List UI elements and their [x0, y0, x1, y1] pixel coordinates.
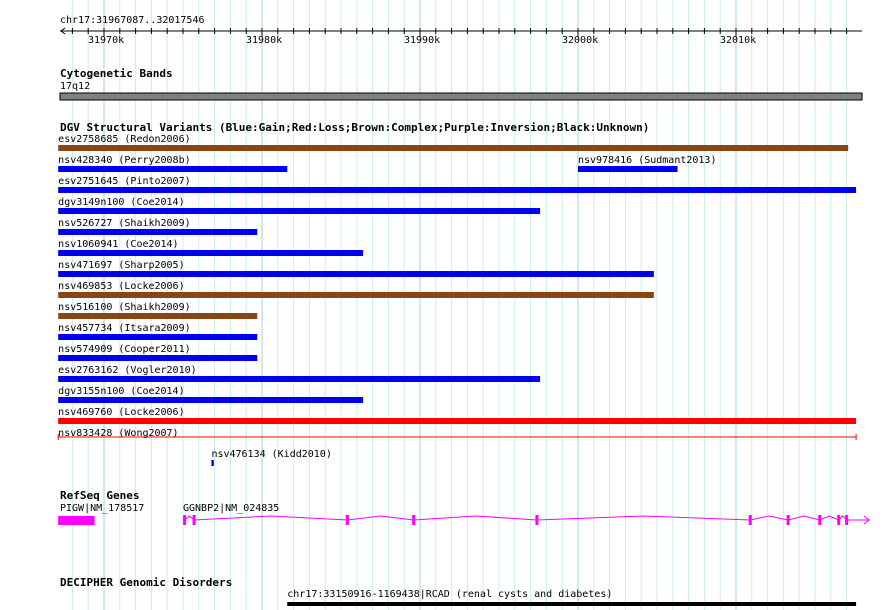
variant-bar: [58, 166, 288, 172]
variant-label[interactable]: nsv428340 (Perry2008b): [58, 155, 190, 166]
variant-label[interactable]: esv2751645 (Pinto2007): [58, 176, 190, 187]
variant-label[interactable]: dgv3149n100 (Coe2014): [58, 197, 184, 208]
variant-bar: [58, 229, 258, 235]
variant-bar: [58, 418, 857, 424]
cyto-track-title: Cytogenetic Bands: [60, 67, 173, 80]
variant-bar: [578, 166, 678, 172]
refseq-track-title: RefSeq Genes: [60, 489, 140, 502]
variant-bar: [58, 334, 258, 340]
variant-label[interactable]: nsv469760 (Locke2006): [58, 407, 184, 418]
gene-exon: [192, 515, 196, 525]
gene-exon: [786, 515, 790, 525]
variant-label[interactable]: esv2758685 (Redon2006): [58, 134, 190, 145]
variant-label[interactable]: nsv978416 (Sudmant2013): [578, 155, 716, 166]
variant-label[interactable]: nsv526727 (Shaikh2009): [58, 218, 190, 229]
variant-label[interactable]: esv2763162 (Vogler2010): [58, 365, 196, 376]
ruler-tick-label: 31970k: [88, 35, 125, 46]
variant-label[interactable]: dgv3155n100 (Coe2014): [58, 386, 184, 397]
gene-exon: [748, 515, 752, 525]
variant-bar: [58, 313, 258, 319]
variant-label[interactable]: nsv1060941 (Coe2014): [58, 239, 178, 250]
gene-label[interactable]: GGNBP2|NM_024835: [183, 503, 279, 514]
variant-bar: [58, 250, 364, 256]
variant-bar: [58, 397, 364, 403]
gene-exon: [183, 515, 187, 525]
ruler-tick-label: 31990k: [404, 35, 441, 46]
ruler-tick-label: 31980k: [246, 35, 283, 46]
gene-exon: [818, 515, 822, 525]
gene-exon: [837, 515, 841, 525]
variant-label[interactable]: nsv476134 (Kidd2010): [211, 449, 331, 460]
variant-label[interactable]: nsv457734 (Itsara2009): [58, 323, 190, 334]
gene-exon: [845, 515, 849, 525]
variant-bar: [58, 187, 857, 193]
variant-bar: [58, 355, 258, 361]
variant-bar: [58, 271, 654, 277]
gene-pigw: [58, 516, 95, 525]
variant-label[interactable]: nsv833428 (Wong2007): [58, 428, 178, 439]
ruler-title: chr17:31967087..32017546: [60, 15, 205, 26]
variant-bar: [211, 460, 214, 466]
gene-label[interactable]: PIGW|NM_178517: [60, 503, 144, 514]
decipher-track-title: DECIPHER Genomic Disorders: [60, 576, 233, 589]
gene-ggnbp2-introns: [184, 515, 868, 521]
gene-exon: [535, 515, 539, 525]
ruler-tick-label: 32010k: [720, 35, 757, 46]
gene-exon: [412, 515, 416, 525]
variant-label[interactable]: nsv469853 (Locke2006): [58, 281, 184, 292]
dgv-track-title: DGV Structural Variants (Blue:Gain;Red:L…: [60, 121, 650, 134]
variant-bar: [58, 376, 541, 382]
ruler-tick-label: 32000k: [562, 35, 599, 46]
gene-exon: [345, 515, 349, 525]
variant-bar: [58, 145, 849, 151]
variant-label[interactable]: nsv574909 (Cooper2011): [58, 344, 190, 355]
variant-label[interactable]: nsv471697 (Sharp2005): [58, 260, 184, 271]
variant-bar: [58, 292, 654, 298]
decipher-bar: [287, 602, 857, 606]
decipher-label[interactable]: chr17:33150916-1169438|RCAD (renal cysts…: [287, 589, 612, 600]
cyto-band-label: 17q12: [60, 81, 91, 92]
variant-label[interactable]: nsv516100 (Shaikh2009): [58, 302, 190, 313]
cyto-band-17q12: [59, 92, 863, 101]
variant-bar: [58, 208, 541, 214]
